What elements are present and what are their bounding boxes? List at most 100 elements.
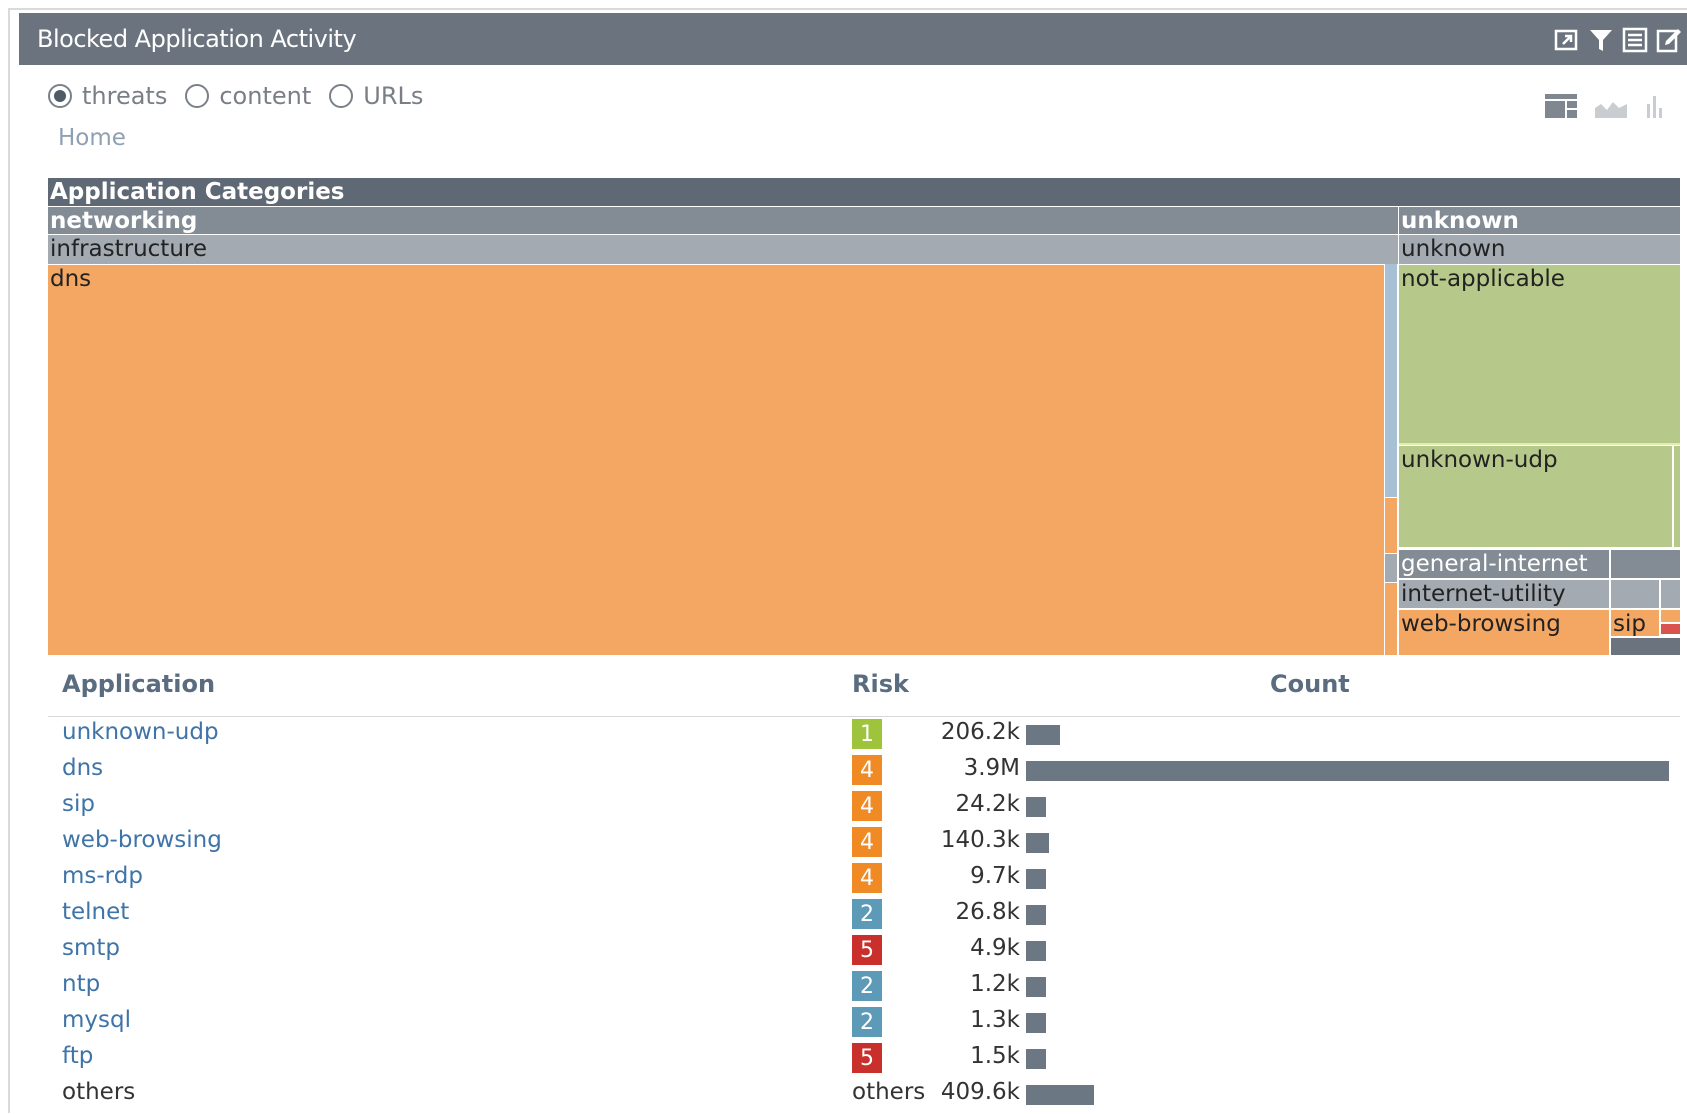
application-name[interactable]: web-browsing: [62, 827, 222, 853]
radio-urls-label: URLs: [363, 82, 424, 110]
treemap-root-header[interactable]: Application Categories: [48, 178, 1680, 206]
pop-out-icon[interactable]: [1553, 26, 1581, 54]
risk-badge: 5: [852, 1043, 882, 1073]
treemap-label-dns: dns: [50, 266, 92, 292]
treemap-cell-small-gray[interactable]: [1385, 554, 1397, 582]
radio-content[interactable]: content: [185, 82, 311, 110]
view-type-radio-group: threats content URLs: [48, 82, 441, 110]
application-treemap: Application Categories networking infras…: [48, 178, 1680, 655]
radio-threats-circle[interactable]: [48, 84, 72, 108]
application-name[interactable]: unknown-udp: [62, 719, 219, 745]
application-name[interactable]: telnet: [62, 899, 129, 925]
treemap-cell-unknown-udp[interactable]: unknown-udp: [1399, 446, 1672, 547]
treemap-cell-dns[interactable]: dns: [48, 264, 1384, 655]
risk-badge: 4: [852, 755, 882, 785]
treemap-cell-small-red[interactable]: [1661, 610, 1680, 622]
count-value: 1.2k: [970, 971, 1020, 997]
application-name[interactable]: mysql: [62, 1007, 131, 1033]
treemap-root-label: Application Categories: [50, 179, 345, 205]
count-value: 26.8k: [955, 899, 1020, 925]
treemap-label-infrastructure: infrastructure: [50, 236, 207, 262]
treemap-cell-unknown-udp-sliver[interactable]: [1674, 446, 1680, 547]
radio-urls-circle[interactable]: [329, 84, 354, 108]
bar-chart-icon[interactable]: [1645, 94, 1665, 122]
treemap-cell-internet-utility-2[interactable]: [1611, 580, 1659, 608]
treemap-cell-not-applicable[interactable]: not-applicable: [1399, 264, 1680, 445]
treemap-label-web-browsing: web-browsing: [1401, 611, 1561, 637]
table-row: ftp 5 1.5k: [48, 1042, 1680, 1078]
table-row: unknown-udp 1 206.2k: [48, 718, 1680, 754]
filter-icon[interactable]: [1587, 26, 1615, 54]
table-row: ntp 2 1.2k: [48, 970, 1680, 1006]
count-value: 1.5k: [970, 1043, 1020, 1069]
count-bar: [1026, 869, 1046, 889]
treemap-cell-small-dark[interactable]: [1611, 638, 1680, 655]
count-bar: [1026, 1085, 1094, 1105]
breadcrumb-home[interactable]: Home: [58, 125, 126, 151]
table-row: smtp 5 4.9k: [48, 934, 1680, 970]
count-value: 206.2k: [940, 719, 1020, 745]
treemap-cell-internet-utility-3[interactable]: [1661, 580, 1680, 608]
area-chart-icon[interactable]: [1595, 94, 1627, 122]
radio-content-label: content: [219, 82, 312, 110]
treemap-cell-sip[interactable]: sip: [1611, 610, 1659, 636]
treemap-cell-small-blue[interactable]: [1385, 264, 1397, 497]
widget-titlebar: Blocked Application Activity: [19, 13, 1687, 65]
risk-badge: 2: [852, 899, 882, 929]
table-row: sip 4 24.2k: [48, 790, 1680, 826]
treemap-cell-networking[interactable]: networking: [48, 206, 1398, 234]
count-bar: [1026, 797, 1046, 817]
radio-urls[interactable]: URLs: [329, 82, 423, 110]
count-bar: [1026, 1013, 1046, 1033]
treemap-label-internet-utility: internet-utility: [1401, 581, 1566, 607]
treemap-label-networking: networking: [50, 208, 198, 234]
application-name[interactable]: sip: [62, 791, 95, 817]
table-row: others others 409.6k: [48, 1078, 1680, 1114]
count-bar: [1026, 977, 1046, 997]
treemap-cell-infrastructure[interactable]: infrastructure: [48, 234, 1398, 264]
count-bar: [1026, 905, 1046, 925]
treemap-cell-web-browsing[interactable]: web-browsing: [1399, 610, 1609, 655]
edit-icon[interactable]: [1655, 26, 1683, 54]
risk-badge: 4: [852, 791, 882, 821]
treemap-cell-internet-utility[interactable]: internet-utility: [1399, 580, 1609, 608]
application-name[interactable]: ntp: [62, 971, 100, 997]
application-name: others: [62, 1079, 136, 1105]
column-header-application[interactable]: Application: [62, 670, 215, 698]
application-name[interactable]: ftp: [62, 1043, 93, 1069]
count-bar: [1026, 941, 1046, 961]
application-name[interactable]: ms-rdp: [62, 863, 143, 889]
table-row: telnet 2 26.8k: [48, 898, 1680, 934]
application-name[interactable]: dns: [62, 755, 103, 781]
treemap-cell-general-internet[interactable]: general-internet: [1399, 550, 1609, 578]
treemap-label-not-applicable: not-applicable: [1401, 266, 1565, 292]
column-header-risk[interactable]: Risk: [852, 670, 909, 698]
table-row: dns 4 3.9M: [48, 754, 1680, 790]
count-value: 140.3k: [940, 827, 1020, 853]
treemap-label-general-internet: general-internet: [1401, 551, 1588, 577]
count-value: 9.7k: [970, 863, 1020, 889]
treemap-cell-small-red-2[interactable]: [1661, 624, 1680, 634]
risk-badge: 2: [852, 971, 882, 1001]
application-table-body: unknown-udp 1 206.2k dns 4 3.9M sip 4 24.2k web-b…: [48, 718, 1680, 1114]
treemap-cell-unknown-category[interactable]: unknown: [1399, 206, 1680, 234]
treemap-cell-unknown-subcategory[interactable]: unknown: [1399, 234, 1680, 264]
count-value: 409.6k: [940, 1079, 1020, 1105]
risk-badge: 4: [852, 827, 882, 857]
count-value: 1.3k: [970, 1007, 1020, 1033]
count-value: 4.9k: [970, 935, 1020, 961]
treemap-cell-small-orange[interactable]: [1385, 498, 1397, 553]
treemap-label-sip: sip: [1613, 611, 1646, 636]
treemap-cell-general-internet-2[interactable]: [1611, 550, 1680, 578]
treemap-cell-small-orange-2[interactable]: [1385, 583, 1397, 655]
count-value: 24.2k: [955, 791, 1020, 817]
application-name[interactable]: smtp: [62, 935, 120, 961]
list-icon[interactable]: [1621, 26, 1649, 54]
radio-threats-label: threats: [82, 82, 168, 110]
radio-content-circle[interactable]: [185, 84, 210, 108]
treemap-icon[interactable]: [1545, 94, 1577, 122]
radio-threats[interactable]: threats: [48, 82, 167, 110]
table-row: ms-rdp 4 9.7k: [48, 862, 1680, 898]
column-header-count[interactable]: Count: [1270, 670, 1350, 698]
count-bar: [1026, 833, 1049, 853]
